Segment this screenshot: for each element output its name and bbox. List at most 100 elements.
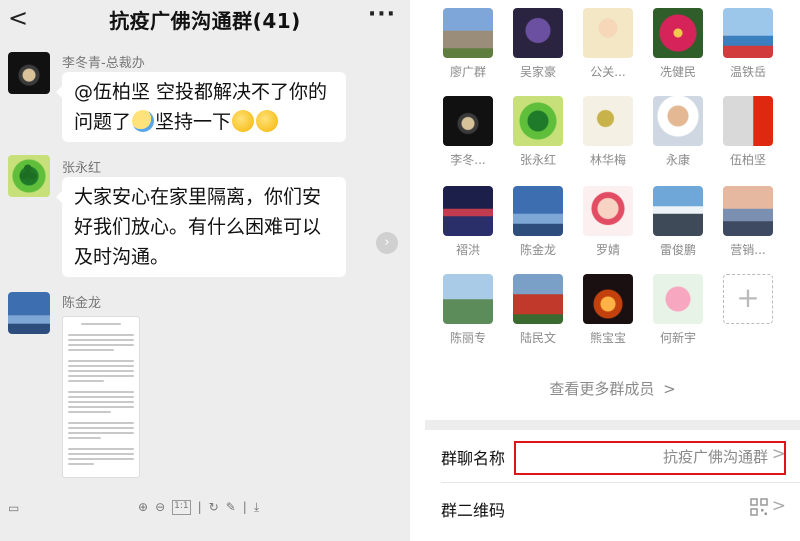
member-avatar[interactable] (443, 8, 493, 58)
highlight-box (514, 441, 786, 475)
member-avatar[interactable] (443, 274, 493, 324)
chat-title: 抗疫广佛沟通群(41) (109, 8, 301, 33)
group-name-label: 群聊名称 (441, 449, 506, 468)
member-item[interactable]: 廖广群 (433, 8, 503, 80)
see-more-label: 查看更多群成员 (549, 380, 655, 398)
zoom-out-icon[interactable]: ⊖ (155, 500, 165, 515)
member-item[interactable]: 李冬... (433, 96, 503, 168)
message-text: 问题了 (74, 111, 132, 133)
member-item[interactable]: 公关... (573, 8, 643, 80)
member-name: 张永红 (519, 153, 556, 167)
party-face-emoji-icon (232, 110, 255, 132)
member-item[interactable]: 雷俊鹏 (643, 186, 713, 258)
member-name: 罗婧 (595, 243, 620, 257)
member-item[interactable]: 伍柏坚 (713, 96, 783, 168)
member-item[interactable]: 陈金龙 (503, 186, 573, 258)
sender-name: 李冬青-总裁办 (62, 56, 145, 71)
member-avatar[interactable] (653, 96, 703, 146)
separator: | (197, 500, 202, 514)
avatar[interactable] (8, 292, 50, 334)
rotate-icon[interactable]: ↻ (209, 500, 219, 515)
section-divider (425, 420, 800, 430)
chevron-right-icon: > (663, 380, 676, 398)
chat-header: < 抗疫广佛沟通群(41) ··· (0, 0, 410, 38)
member-avatar[interactable] (723, 8, 773, 58)
member-item[interactable]: 褶洪 (433, 186, 503, 258)
back-button[interactable]: < (8, 4, 28, 32)
sender-name: 陈金龙 (62, 296, 102, 311)
member-item[interactable]: 陈丽专 (433, 274, 503, 346)
member-avatar[interactable] (583, 8, 633, 58)
edit-icon[interactable]: ✎ (226, 500, 236, 515)
member-item[interactable]: 冼健民 (643, 8, 713, 80)
see-more-members-link[interactable]: 查看更多群成员 > (425, 378, 800, 399)
message-line: 问题了 坚持一下 (74, 107, 334, 137)
member-item[interactable]: 温铁岳 (713, 8, 783, 80)
member-item[interactable]: 永康 (643, 96, 713, 168)
member-name: 温铁岳 (729, 65, 766, 79)
member-item[interactable]: 熊宝宝 (573, 274, 643, 346)
group-qr-row[interactable]: 群二维码 > (425, 483, 800, 535)
party-face-emoji-icon (256, 110, 279, 132)
member-name: 营销... (730, 243, 766, 257)
member-avatar[interactable] (653, 8, 703, 58)
member-avatar[interactable] (513, 186, 563, 236)
fit-page-icon[interactable]: 1:1 (172, 500, 191, 515)
qr-code-icon (750, 498, 768, 516)
member-avatar[interactable] (513, 8, 563, 58)
member-item[interactable]: 罗婧 (573, 186, 643, 258)
member-avatar[interactable] (723, 96, 773, 146)
message-line: 及时沟通。 (74, 246, 170, 268)
member-item[interactable]: 营销... (713, 186, 783, 258)
member-name: 褶洪 (455, 243, 480, 257)
message-item: 李冬青-总裁办 @伍柏坚 空投都解决不了你的 问题了 坚持一下 (0, 48, 400, 148)
member-name: 李冬... (450, 153, 486, 167)
add-member-button[interactable]: + (713, 274, 783, 324)
member-item[interactable]: 林华梅 (573, 96, 643, 168)
plus-icon: + (723, 274, 773, 324)
member-name: 陈金龙 (519, 243, 556, 257)
member-avatar[interactable] (583, 96, 633, 146)
sender-name: 张永红 (62, 161, 102, 176)
message-text: 坚持一下 (155, 111, 232, 133)
member-avatar[interactable] (443, 186, 493, 236)
avatar[interactable]: ♣ (8, 155, 50, 197)
member-avatar[interactable] (513, 274, 563, 324)
member-name: 何新宇 (659, 331, 696, 345)
more-button[interactable]: ··· (368, 2, 396, 27)
document-thumbnail[interactable] (62, 316, 140, 478)
member-item[interactable]: 吴家豪 (503, 8, 573, 80)
document-toolbar: ▭ ⊕ ⊖ 1:1 | ↻ ✎ | ⤓ (0, 498, 410, 522)
zoom-in-icon[interactable]: ⊕ (138, 500, 148, 515)
message-line: @伍柏坚 空投都解决不了你的 (74, 81, 328, 103)
member-name: 林华梅 (589, 153, 626, 167)
member-avatar[interactable] (513, 96, 563, 146)
member-name: 熊宝宝 (589, 331, 626, 345)
separator: | (242, 500, 247, 514)
sweat-emoji-icon (132, 110, 155, 132)
member-item[interactable]: 陆民文 (503, 274, 573, 346)
member-item[interactable]: 何新宇 (643, 274, 713, 346)
chevron-right-icon[interactable]: › (376, 232, 398, 254)
message-line: 大家安心在家里隔离，你们安 (74, 186, 322, 208)
member-name: 伍柏坚 (729, 153, 766, 167)
member-name: 公关... (590, 65, 626, 79)
group-qr-label: 群二维码 (441, 501, 506, 520)
member-avatar[interactable] (443, 96, 493, 146)
member-avatar[interactable] (723, 186, 773, 236)
member-name: 雷俊鹏 (659, 243, 696, 257)
member-item[interactable]: 张永红 (503, 96, 573, 168)
member-avatar[interactable] (583, 274, 633, 324)
member-avatar[interactable] (583, 186, 633, 236)
save-icon[interactable]: ▭ (8, 501, 19, 515)
message-bubble[interactable]: 大家安心在家里隔离，你们安 好我们放心。有什么困难可以 及时沟通。 (56, 177, 346, 277)
avatar[interactable] (8, 52, 50, 94)
message-bubble[interactable]: @伍柏坚 空投都解决不了你的 问题了 坚持一下 (56, 72, 346, 142)
member-name: 冼健民 (659, 65, 696, 79)
member-avatar[interactable] (653, 186, 703, 236)
group-info-panel: 廖广群 吴家豪 公关... 冼健民 温铁岳李冬... 张永红 林华梅 永康 伍柏坚褶洪 陈金龙 罗婧… (425, 0, 800, 541)
member-name: 吴家豪 (519, 65, 556, 79)
member-name: 永康 (665, 153, 690, 167)
download-icon[interactable]: ⤓ (254, 500, 259, 515)
member-avatar[interactable] (653, 274, 703, 324)
